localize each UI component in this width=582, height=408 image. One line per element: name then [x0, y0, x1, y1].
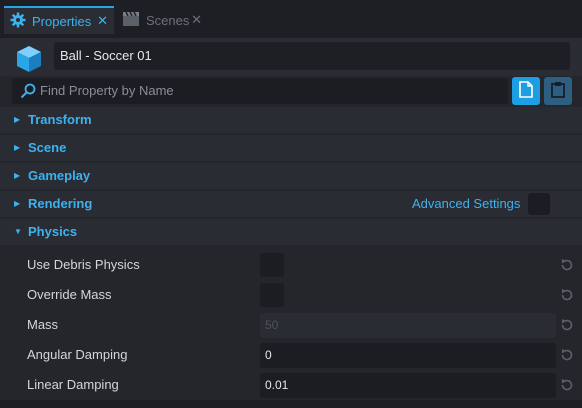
search-placeholder: Find Property by Name	[40, 83, 174, 98]
reset-icon[interactable]	[559, 347, 575, 363]
object-name-field[interactable]: Ball - Soccer 01	[54, 42, 570, 70]
prop-label: Use Debris Physics	[27, 257, 140, 272]
prop-override-mass: Override Mass	[0, 280, 582, 310]
reset-icon[interactable]	[559, 287, 575, 303]
reset-icon[interactable]	[559, 317, 575, 333]
mass-field: 50	[260, 313, 556, 338]
search-input[interactable]: Find Property by Name	[12, 78, 508, 104]
linear-damping-field[interactable]: 0.01	[260, 373, 556, 398]
section-rendering[interactable]: ▶ Rendering Advanced Settings	[0, 191, 582, 217]
gear-icon	[10, 12, 26, 31]
advanced-settings-label[interactable]: Advanced Settings	[412, 191, 520, 217]
reset-icon[interactable]	[559, 257, 575, 273]
tab-label: Properties	[32, 13, 92, 29]
search-icon	[20, 83, 36, 99]
section-title: Rendering	[28, 196, 93, 211]
use-debris-physics-checkbox[interactable]	[260, 253, 284, 277]
document-icon	[519, 81, 533, 101]
section-title: Transform	[28, 112, 92, 127]
prop-use-debris-physics: Use Debris Physics	[0, 250, 582, 280]
chevron-right-icon: ▶	[14, 115, 21, 124]
override-mass-checkbox[interactable]	[260, 283, 284, 307]
clapperboard-icon	[122, 11, 140, 30]
tab-properties[interactable]: Properties ✕	[4, 6, 114, 34]
chevron-right-icon: ▶	[14, 171, 21, 180]
section-gameplay[interactable]: ▶ Gameplay	[0, 163, 582, 189]
clipboard-icon	[551, 81, 565, 101]
chevron-right-icon: ▶	[14, 143, 21, 152]
prop-label: Mass	[27, 317, 59, 332]
advanced-settings-checkbox[interactable]	[528, 193, 550, 215]
tab-bar: Properties ✕ Scenes ✕	[0, 0, 582, 38]
panel-bottom-border	[0, 400, 582, 408]
tab-label: Scenes	[146, 12, 190, 28]
prop-label: Linear Damping	[27, 377, 119, 392]
tab-scenes[interactable]: Scenes ✕	[116, 6, 208, 34]
prop-mass: Mass 50	[0, 310, 582, 340]
chevron-down-icon: ▼	[14, 227, 22, 236]
angular-damping-field[interactable]: 0	[260, 343, 556, 368]
section-title: Physics	[28, 224, 78, 239]
prop-angular-damping: Angular Damping 0	[0, 340, 582, 370]
prop-label: Angular Damping	[27, 347, 128, 362]
document-button[interactable]	[512, 77, 540, 105]
section-physics[interactable]: ▼ Physics	[0, 219, 582, 245]
section-title: Scene	[28, 140, 67, 155]
close-icon[interactable]: ✕	[191, 12, 202, 28]
section-scene[interactable]: ▶ Scene	[0, 135, 582, 161]
cube-icon	[14, 44, 44, 74]
clipboard-button[interactable]	[544, 77, 572, 105]
chevron-right-icon: ▶	[14, 199, 21, 208]
reset-icon[interactable]	[559, 377, 575, 393]
prop-linear-damping: Linear Damping 0.01	[0, 370, 582, 400]
section-title: Gameplay	[28, 168, 91, 183]
section-transform[interactable]: ▶ Transform	[0, 107, 582, 133]
close-icon[interactable]: ✕	[97, 13, 108, 29]
prop-label: Override Mass	[27, 287, 112, 302]
